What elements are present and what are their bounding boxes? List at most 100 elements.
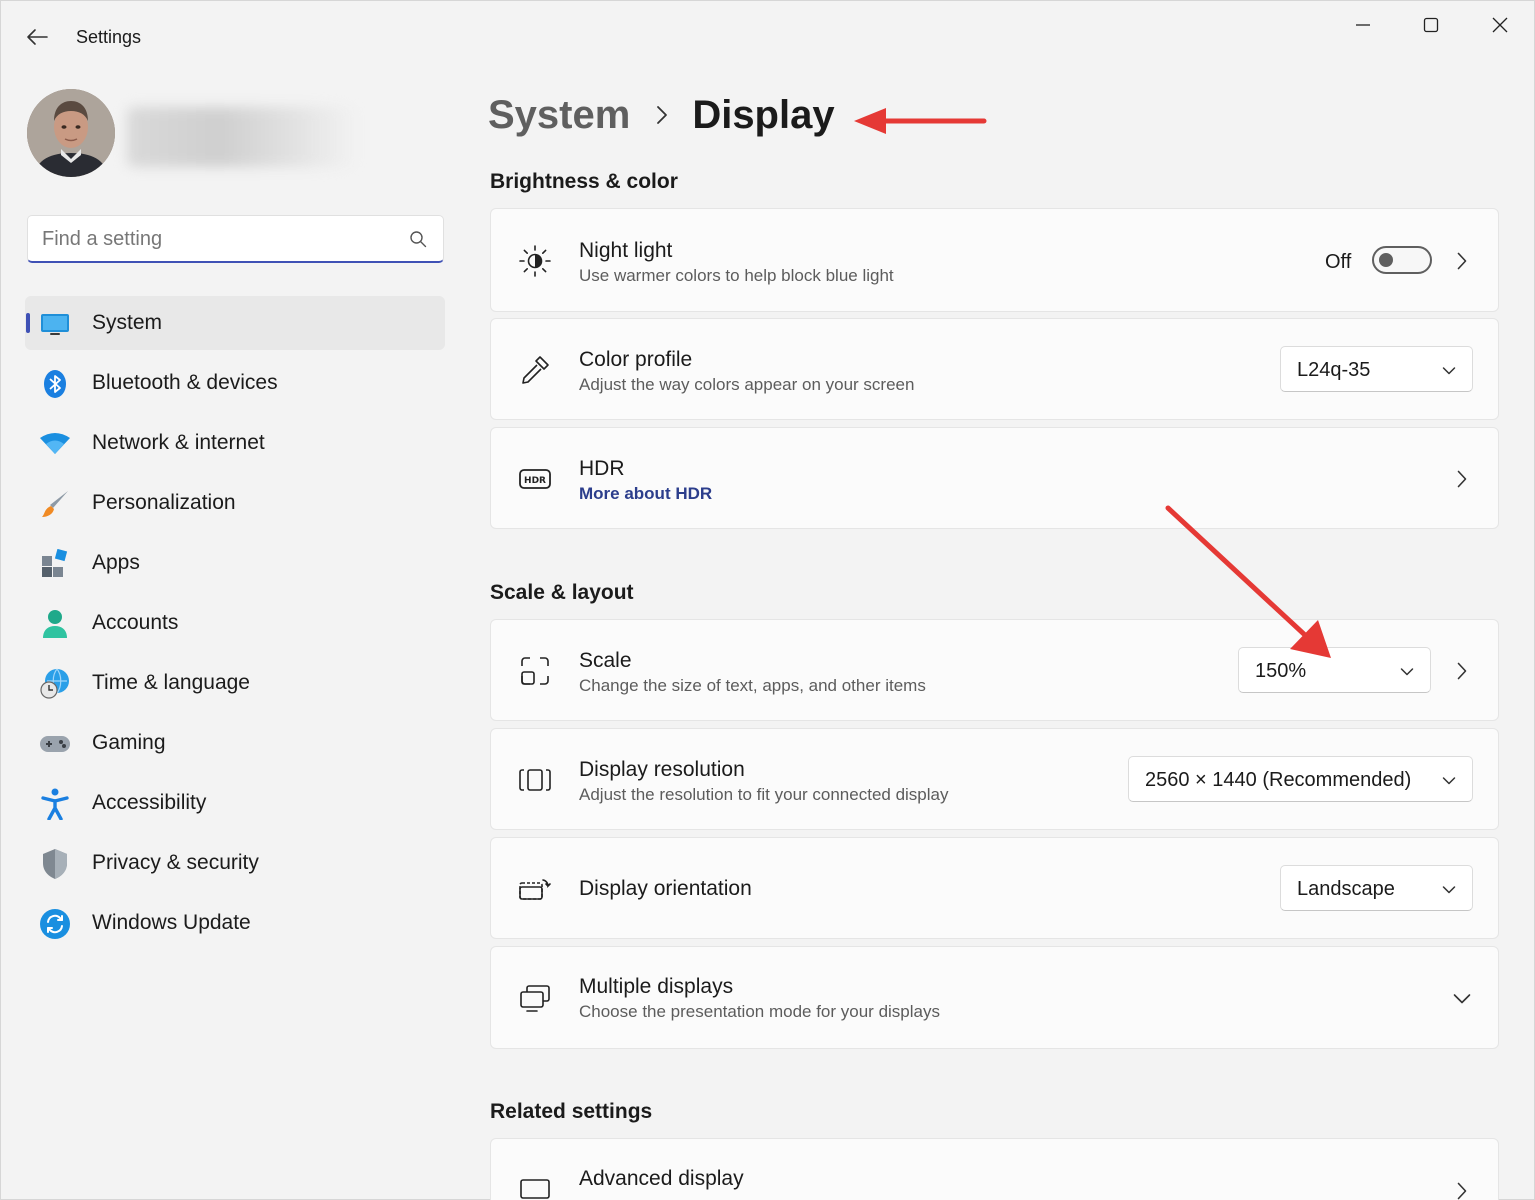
- display-orientation-card: Display orientation Landscape: [490, 837, 1499, 939]
- brush-icon: [39, 488, 71, 520]
- multiple-displays-icon: [517, 980, 553, 1016]
- back-arrow-icon: [27, 29, 48, 45]
- close-button[interactable]: [1475, 11, 1525, 39]
- hdr-card[interactable]: HDR HDR More about HDR: [490, 427, 1499, 529]
- scale-subtitle: Change the size of text, apps, and other…: [579, 676, 926, 695]
- scale-value: 150%: [1255, 660, 1307, 682]
- eyedropper-icon: [517, 352, 553, 388]
- apps-icon: [39, 548, 71, 580]
- sidebar-item-label: Personalization: [92, 491, 236, 514]
- sidebar-item-time-language[interactable]: Time & language: [25, 656, 445, 710]
- sidebar-item-accounts[interactable]: Accounts: [25, 596, 445, 650]
- sidebar-item-network[interactable]: Network & internet: [25, 416, 445, 470]
- chevron-down-icon: [1442, 882, 1456, 900]
- brightness-icon: [517, 243, 553, 279]
- search-box[interactable]: [27, 215, 444, 263]
- chevron-down-icon: [1442, 773, 1456, 791]
- chevron-right-icon: [656, 105, 668, 125]
- display-orientation-dropdown[interactable]: Landscape: [1280, 865, 1473, 911]
- scale-title: Scale: [579, 649, 632, 672]
- toggle-knob: [1379, 253, 1393, 267]
- sidebar-nav: System Bluetooth & devices Network & int…: [25, 296, 445, 956]
- section-title-scale-layout: Scale & layout: [490, 581, 634, 604]
- sidebar-item-accessibility[interactable]: Accessibility: [25, 776, 445, 830]
- user-photo-icon: [27, 89, 115, 177]
- page-title: Display: [692, 92, 835, 137]
- user-name-redacted: [127, 107, 357, 167]
- display-resolution-title: Display resolution: [579, 758, 745, 781]
- shield-icon: [39, 848, 71, 880]
- monitor-icon: [517, 1173, 553, 1200]
- night-light-title: Night light: [579, 239, 673, 262]
- maximize-icon: [1423, 17, 1439, 33]
- chevron-right-icon[interactable]: [1452, 251, 1472, 271]
- sidebar-item-apps[interactable]: Apps: [25, 536, 445, 590]
- svg-text:HDR: HDR: [524, 476, 546, 486]
- avatar[interactable]: [27, 89, 115, 177]
- sidebar-item-personalization[interactable]: Personalization: [25, 476, 445, 530]
- sidebar-item-label: Bluetooth & devices: [92, 371, 278, 394]
- accounts-icon: [39, 608, 71, 640]
- chevron-right-icon[interactable]: [1452, 469, 1472, 489]
- sidebar-item-system[interactable]: System: [25, 296, 445, 350]
- display-orientation-title: Display orientation: [579, 877, 752, 900]
- search-input[interactable]: [42, 224, 402, 254]
- scale-card[interactable]: Scale Change the size of text, apps, and…: [490, 619, 1499, 721]
- color-profile-title: Color profile: [579, 348, 693, 371]
- color-profile-subtitle: Adjust the way colors appear on your scr…: [579, 375, 915, 394]
- wifi-icon: [39, 428, 71, 460]
- chevron-right-icon[interactable]: [1452, 1181, 1472, 1200]
- hdr-icon: HDR: [517, 461, 553, 497]
- display-orientation-value: Landscape: [1297, 878, 1395, 900]
- hdr-title: HDR: [579, 457, 625, 480]
- minimize-button[interactable]: [1338, 11, 1388, 39]
- sidebar-item-label: Network & internet: [92, 431, 265, 454]
- multiple-displays-card[interactable]: Multiple displays Choose the presentatio…: [490, 946, 1499, 1049]
- chevron-down-icon[interactable]: [1452, 989, 1472, 1009]
- breadcrumb: System Display: [488, 87, 835, 143]
- color-profile-card: Color profile Adjust the way colors appe…: [490, 318, 1499, 420]
- close-icon: [1492, 17, 1508, 33]
- display-resolution-dropdown[interactable]: 2560 × 1440 (Recommended): [1128, 756, 1473, 802]
- update-icon: [39, 908, 71, 940]
- scale-dropdown[interactable]: 150%: [1238, 647, 1431, 693]
- title-bar: Settings: [1, 1, 1534, 71]
- bluetooth-icon: [39, 368, 71, 400]
- sidebar-item-privacy[interactable]: Privacy & security: [25, 836, 445, 890]
- color-profile-dropdown[interactable]: L24q-35: [1280, 346, 1473, 392]
- back-button[interactable]: [21, 23, 53, 51]
- sidebar-item-label: Apps: [92, 551, 140, 574]
- sidebar-item-label: Windows Update: [92, 911, 251, 934]
- app-title: Settings: [76, 27, 142, 47]
- sidebar-item-label: Time & language: [92, 671, 250, 694]
- accessibility-icon: [39, 788, 71, 820]
- chevron-down-icon: [1400, 664, 1414, 682]
- maximize-button[interactable]: [1406, 11, 1456, 39]
- night-light-subtitle: Use warmer colors to help block blue lig…: [579, 266, 894, 285]
- display-resolution-subtitle: Adjust the resolution to fit your connec…: [579, 785, 949, 804]
- sidebar-item-gaming[interactable]: Gaming: [25, 716, 445, 770]
- night-light-card[interactable]: Night light Use warmer colors to help bl…: [490, 208, 1499, 312]
- chevron-right-icon[interactable]: [1452, 661, 1472, 681]
- more-about-hdr-link[interactable]: More about HDR: [579, 484, 712, 504]
- sidebar-item-windows-update[interactable]: Windows Update: [25, 896, 445, 950]
- settings-window: Settings Find a setting System Bluetooth…: [0, 0, 1535, 1200]
- display-resolution-card: Display resolution Adjust the resolution…: [490, 728, 1499, 830]
- sidebar-item-label: System: [92, 311, 163, 334]
- sidebar-item-bluetooth[interactable]: Bluetooth & devices: [25, 356, 445, 410]
- sidebar-item-label: Gaming: [92, 731, 166, 754]
- system-icon: [39, 308, 71, 340]
- section-title-related-settings: Related settings: [490, 1100, 653, 1123]
- multiple-displays-title: Multiple displays: [579, 975, 734, 998]
- globe-clock-icon: [39, 668, 71, 700]
- resolution-icon: [517, 762, 553, 798]
- annotation-arrow-title: [854, 108, 987, 134]
- night-light-state: Off: [1325, 251, 1352, 273]
- breadcrumb-parent[interactable]: System: [488, 93, 630, 138]
- night-light-toggle[interactable]: [1372, 246, 1432, 274]
- color-profile-value: L24q-35: [1297, 359, 1371, 381]
- sidebar-item-label: Accounts: [92, 611, 179, 634]
- search-icon[interactable]: [409, 230, 427, 253]
- display-resolution-value: 2560 × 1440 (Recommended): [1145, 769, 1412, 791]
- advanced-display-card[interactable]: Advanced display: [490, 1138, 1499, 1200]
